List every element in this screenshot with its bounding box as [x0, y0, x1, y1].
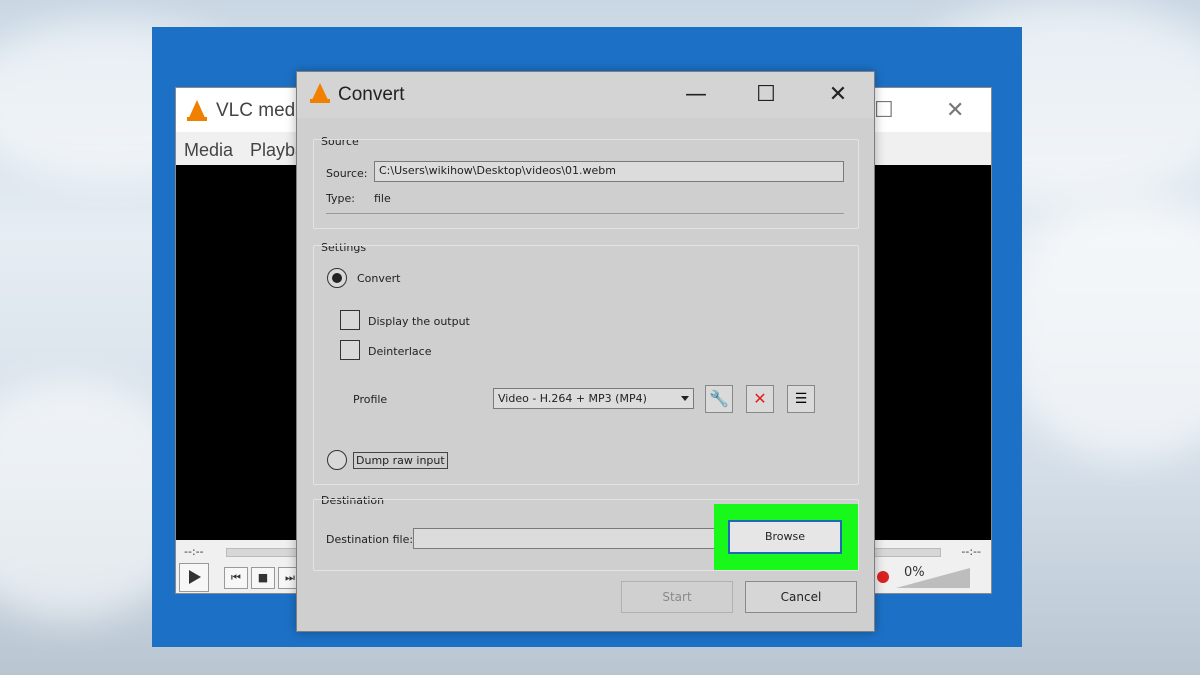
destination-file-field[interactable]: [413, 528, 717, 549]
close-icon[interactable]: ✕: [815, 76, 861, 114]
background-cloud: [1000, 200, 1200, 460]
maximize-icon[interactable]: ☐: [874, 98, 894, 123]
previous-icon[interactable]: ⏮: [224, 567, 248, 589]
wrench-icon[interactable]: 🔧: [705, 385, 733, 413]
chevron-down-icon: [681, 396, 689, 401]
close-icon[interactable]: ✕: [946, 98, 964, 123]
type-value: file: [374, 192, 391, 205]
new-profile-icon[interactable]: ☰: [787, 385, 815, 413]
mute-icon[interactable]: [877, 571, 889, 583]
browse-button[interactable]: Browse: [728, 520, 842, 554]
vlc-cone-icon: [310, 83, 330, 103]
maximize-icon[interactable]: ☐: [743, 76, 789, 114]
dialog-title-bar: Convert — ☐ ✕: [297, 72, 874, 118]
delete-profile-icon[interactable]: ✕: [746, 385, 774, 413]
elapsed-time: --:--: [184, 545, 204, 558]
source-divider: [326, 213, 844, 214]
profile-select-value: Video - H.264 + MP3 (MP4): [498, 392, 647, 405]
destination-file-label: Destination file:: [326, 533, 414, 546]
menu-media[interactable]: Media: [184, 140, 233, 161]
deinterlace-label: Deinterlace: [368, 345, 432, 358]
dialog-title: Convert: [338, 84, 405, 105]
vlc-cone-icon: [187, 100, 207, 121]
start-button[interactable]: Start: [621, 581, 733, 613]
stop-icon[interactable]: ■: [251, 567, 275, 589]
dump-raw-label: Dump raw input: [353, 452, 448, 469]
deinterlace-checkbox[interactable]: [340, 340, 360, 360]
volume-slider[interactable]: [896, 568, 970, 588]
source-group: [313, 139, 859, 229]
type-label: Type:: [326, 192, 355, 205]
display-output-checkbox[interactable]: [340, 310, 360, 330]
source-field[interactable]: C:\Users\wikihow\Desktop\videos\01.webm: [374, 161, 844, 182]
play-icon[interactable]: [179, 563, 209, 592]
convert-label: Convert: [357, 272, 401, 285]
display-output-label: Display the output: [368, 315, 470, 328]
profile-label: Profile: [353, 393, 388, 406]
cancel-button[interactable]: Cancel: [745, 581, 857, 613]
minimize-icon[interactable]: —: [673, 76, 719, 114]
profile-select[interactable]: Video - H.264 + MP3 (MP4): [493, 388, 694, 409]
source-label: Source:: [326, 167, 368, 180]
convert-radio[interactable]: [327, 268, 347, 288]
total-time: --:--: [961, 545, 981, 558]
dump-raw-radio[interactable]: [327, 450, 347, 470]
